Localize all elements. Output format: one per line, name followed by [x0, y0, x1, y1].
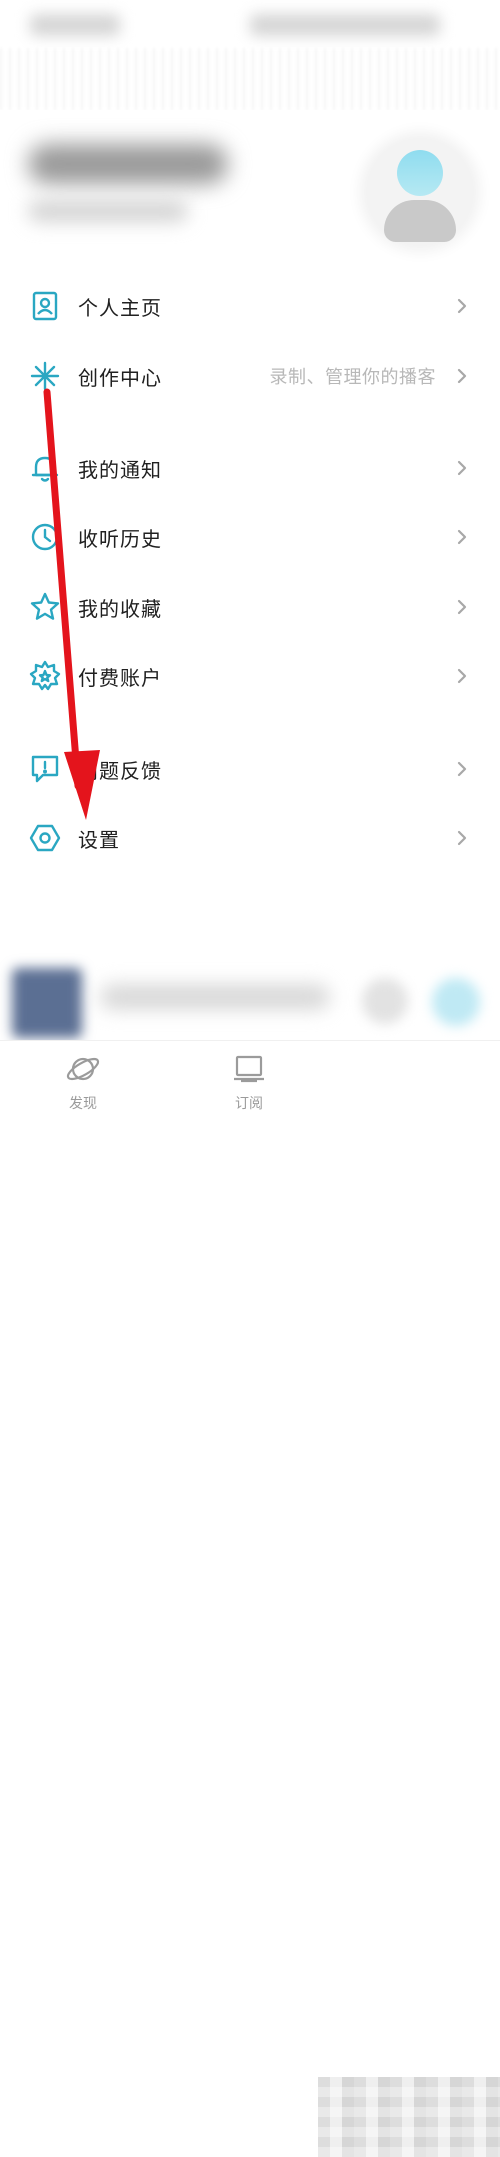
menu-item-settings[interactable]: 设置 [0, 808, 500, 868]
sparkle-icon [29, 360, 61, 392]
status-bar-icons-blur [250, 14, 440, 36]
chevron-right-icon [457, 830, 467, 846]
chevron-right-icon [457, 298, 467, 314]
mini-player-title-blurred [100, 984, 330, 1010]
menu-item-creator-center[interactable]: 创作中心 录制、管理你的播客 [0, 346, 500, 406]
settings-hexagon-icon [29, 822, 61, 854]
menu-item-label: 我的通知 [78, 457, 162, 482]
status-bar-time-blur [30, 14, 120, 36]
mosaic-overlay [318, 2077, 500, 2157]
menu-item-favorites[interactable]: 我的收藏 [0, 577, 500, 637]
mini-player[interactable] [0, 966, 500, 1038]
chevron-right-icon [457, 599, 467, 615]
badge-icon [29, 660, 61, 692]
tab-subscriptions[interactable]: 订阅 [194, 1041, 304, 1117]
tab-label: 发现 [69, 1096, 97, 1112]
chevron-right-icon [457, 668, 467, 684]
profile-name-blurred [28, 144, 228, 184]
menu-item-label: 收听历史 [78, 526, 162, 551]
mini-player-list-button[interactable] [362, 978, 408, 1024]
tab-label: 订阅 [235, 1096, 263, 1112]
monitor-icon [234, 1055, 264, 1083]
menu-item-label: 设置 [78, 827, 120, 852]
menu-item-feedback[interactable]: 问题反馈 [0, 739, 500, 799]
menu-item-label: 个人主页 [78, 295, 162, 320]
menu-item-history[interactable]: 收听历史 [0, 507, 500, 567]
star-icon [29, 591, 61, 623]
planet-icon [66, 1057, 100, 1081]
chevron-right-icon [457, 761, 467, 777]
chevron-right-icon [457, 460, 467, 476]
feedback-icon [29, 753, 61, 785]
menu-item-paid-account[interactable]: 付费账户 [0, 646, 500, 706]
profile-subtitle-blurred [28, 200, 188, 222]
menu-item-label: 创作中心 [78, 365, 162, 390]
clock-icon [29, 521, 61, 553]
bell-icon [29, 452, 61, 484]
status-bar [0, 0, 500, 110]
menu-item-label: 问题反馈 [78, 758, 162, 783]
mini-player-play-button[interactable] [432, 978, 480, 1026]
status-bar-pattern [0, 48, 500, 110]
bottom-tab-bar: 发现 订阅 [0, 1040, 500, 2157]
avatar-body-icon [384, 200, 456, 242]
chevron-right-icon [457, 529, 467, 545]
menu-item-notifications[interactable]: 我的通知 [0, 438, 500, 498]
menu-item-hint: 录制、管理你的播客 [269, 367, 436, 388]
profile-card-icon [29, 290, 61, 322]
mini-player-cover [12, 968, 82, 1038]
chevron-right-icon [457, 368, 467, 384]
avatar[interactable] [366, 138, 474, 246]
avatar-head-icon [397, 150, 443, 196]
menu-item-label: 我的收藏 [78, 596, 162, 621]
tab-discover[interactable]: 发现 [28, 1041, 138, 1117]
menu-item-profile[interactable]: 个人主页 [0, 276, 500, 336]
menu-item-label: 付费账户 [78, 665, 162, 690]
